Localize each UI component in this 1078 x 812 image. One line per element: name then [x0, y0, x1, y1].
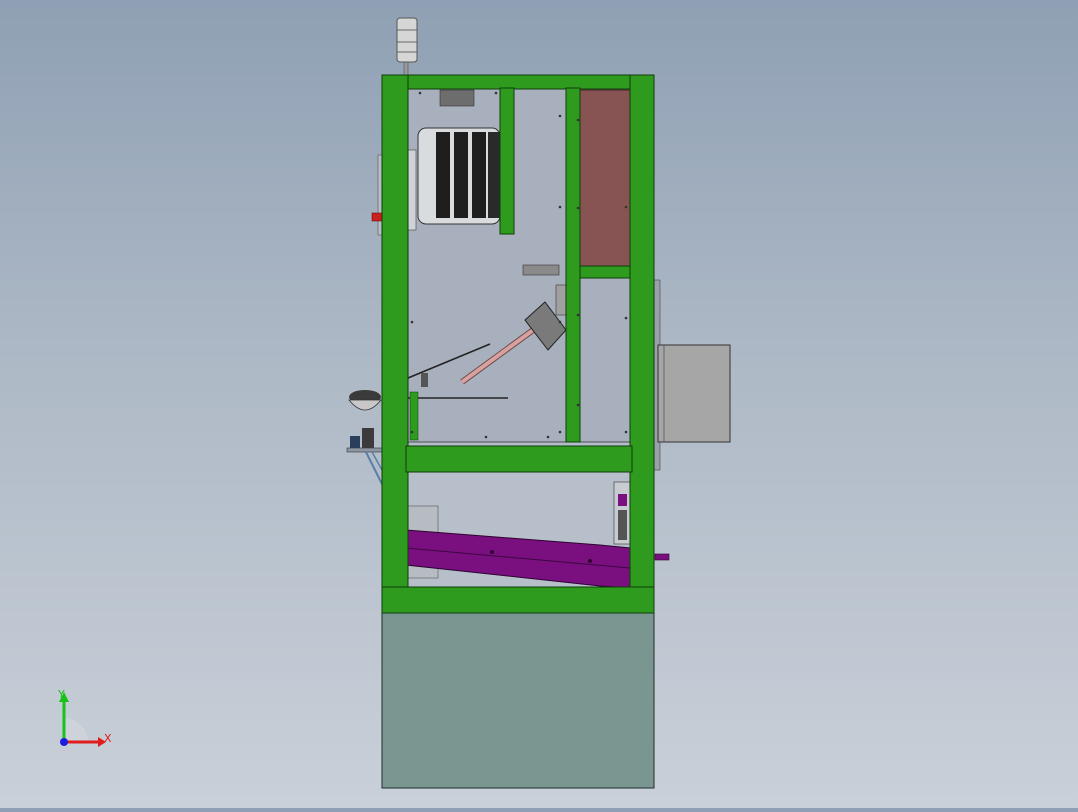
base-cabinet[interactable]: [381, 612, 655, 789]
cad-viewport[interactable]: Y X: [0, 0, 1078, 808]
brown-panel[interactable]: [579, 89, 631, 269]
z-axis-icon: [60, 738, 68, 746]
side-electrical-box[interactable]: [653, 279, 731, 471]
left-side-attachments: [346, 154, 385, 485]
signal-tower[interactable]: [396, 17, 418, 79]
fan-heatsink[interactable]: [407, 127, 501, 231]
y-axis-label: Y: [58, 688, 65, 701]
machine-model[interactable]: [0, 0, 1078, 808]
coordinate-triad: Y X: [40, 680, 130, 760]
x-axis-label: X: [104, 732, 112, 745]
top-bracket: [439, 89, 475, 107]
lower-mechanism: [613, 481, 631, 545]
